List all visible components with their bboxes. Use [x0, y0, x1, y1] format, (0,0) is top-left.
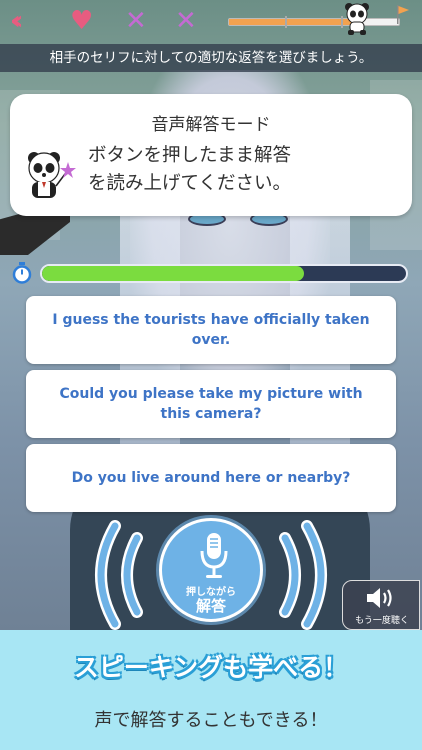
answer-choice[interactable]: I guess the tourists have officially tak…	[26, 296, 396, 364]
panda-icon	[345, 3, 369, 35]
speaker-icon	[367, 588, 392, 608]
progress-tick	[285, 16, 288, 28]
answer-choice[interactable]: Do you live around here or nearby?	[26, 444, 396, 512]
answer-choice[interactable]: Could you please take my picture with th…	[26, 370, 396, 438]
answer-timer-fill	[42, 266, 305, 281]
replay-label: もう一度聴く	[355, 616, 409, 626]
microphone-icon	[200, 533, 228, 578]
mode-title: 音声解答モード	[151, 115, 271, 135]
panda-conductor-icon	[28, 152, 76, 198]
lesson-progress-fill	[229, 19, 354, 25]
progress-tick	[341, 16, 344, 28]
mode-description-line: ボタンを押したまま解答	[88, 145, 291, 166]
mode-description: ボタンを押したまま解答 を読み上げてください。	[88, 142, 398, 198]
cross-icon: ✕	[125, 6, 147, 36]
answer-timer-bar	[40, 264, 408, 283]
top-bar: ‹‹ ♥ ✕ ✕	[0, 0, 422, 44]
stopwatch-icon	[12, 262, 32, 284]
replay-audio-button[interactable]: もう一度聴く	[342, 580, 420, 630]
promo-banner: スピーキングも学べる！ 声で解答することもできる！	[0, 630, 422, 750]
banner-title: スピーキングも学べる！	[73, 653, 349, 682]
lesson-progress-bar	[228, 16, 400, 28]
back-icon[interactable]: ‹‹	[10, 6, 24, 36]
mic-main-label: 解答	[195, 597, 226, 615]
instruction-text: 相手のセリフに対しての適切な返答を選びましょう。	[0, 44, 422, 72]
banner-subtitle: 声で解答することもできる！	[94, 710, 328, 731]
mode-description-line: を読み上げてください。	[88, 173, 291, 194]
cross-icon: ✕	[175, 6, 197, 36]
hold-to-answer-mic-button[interactable]: 押しながら 解答	[159, 518, 263, 622]
heart-icon: ♥	[70, 6, 94, 36]
flag-icon	[397, 5, 409, 24]
